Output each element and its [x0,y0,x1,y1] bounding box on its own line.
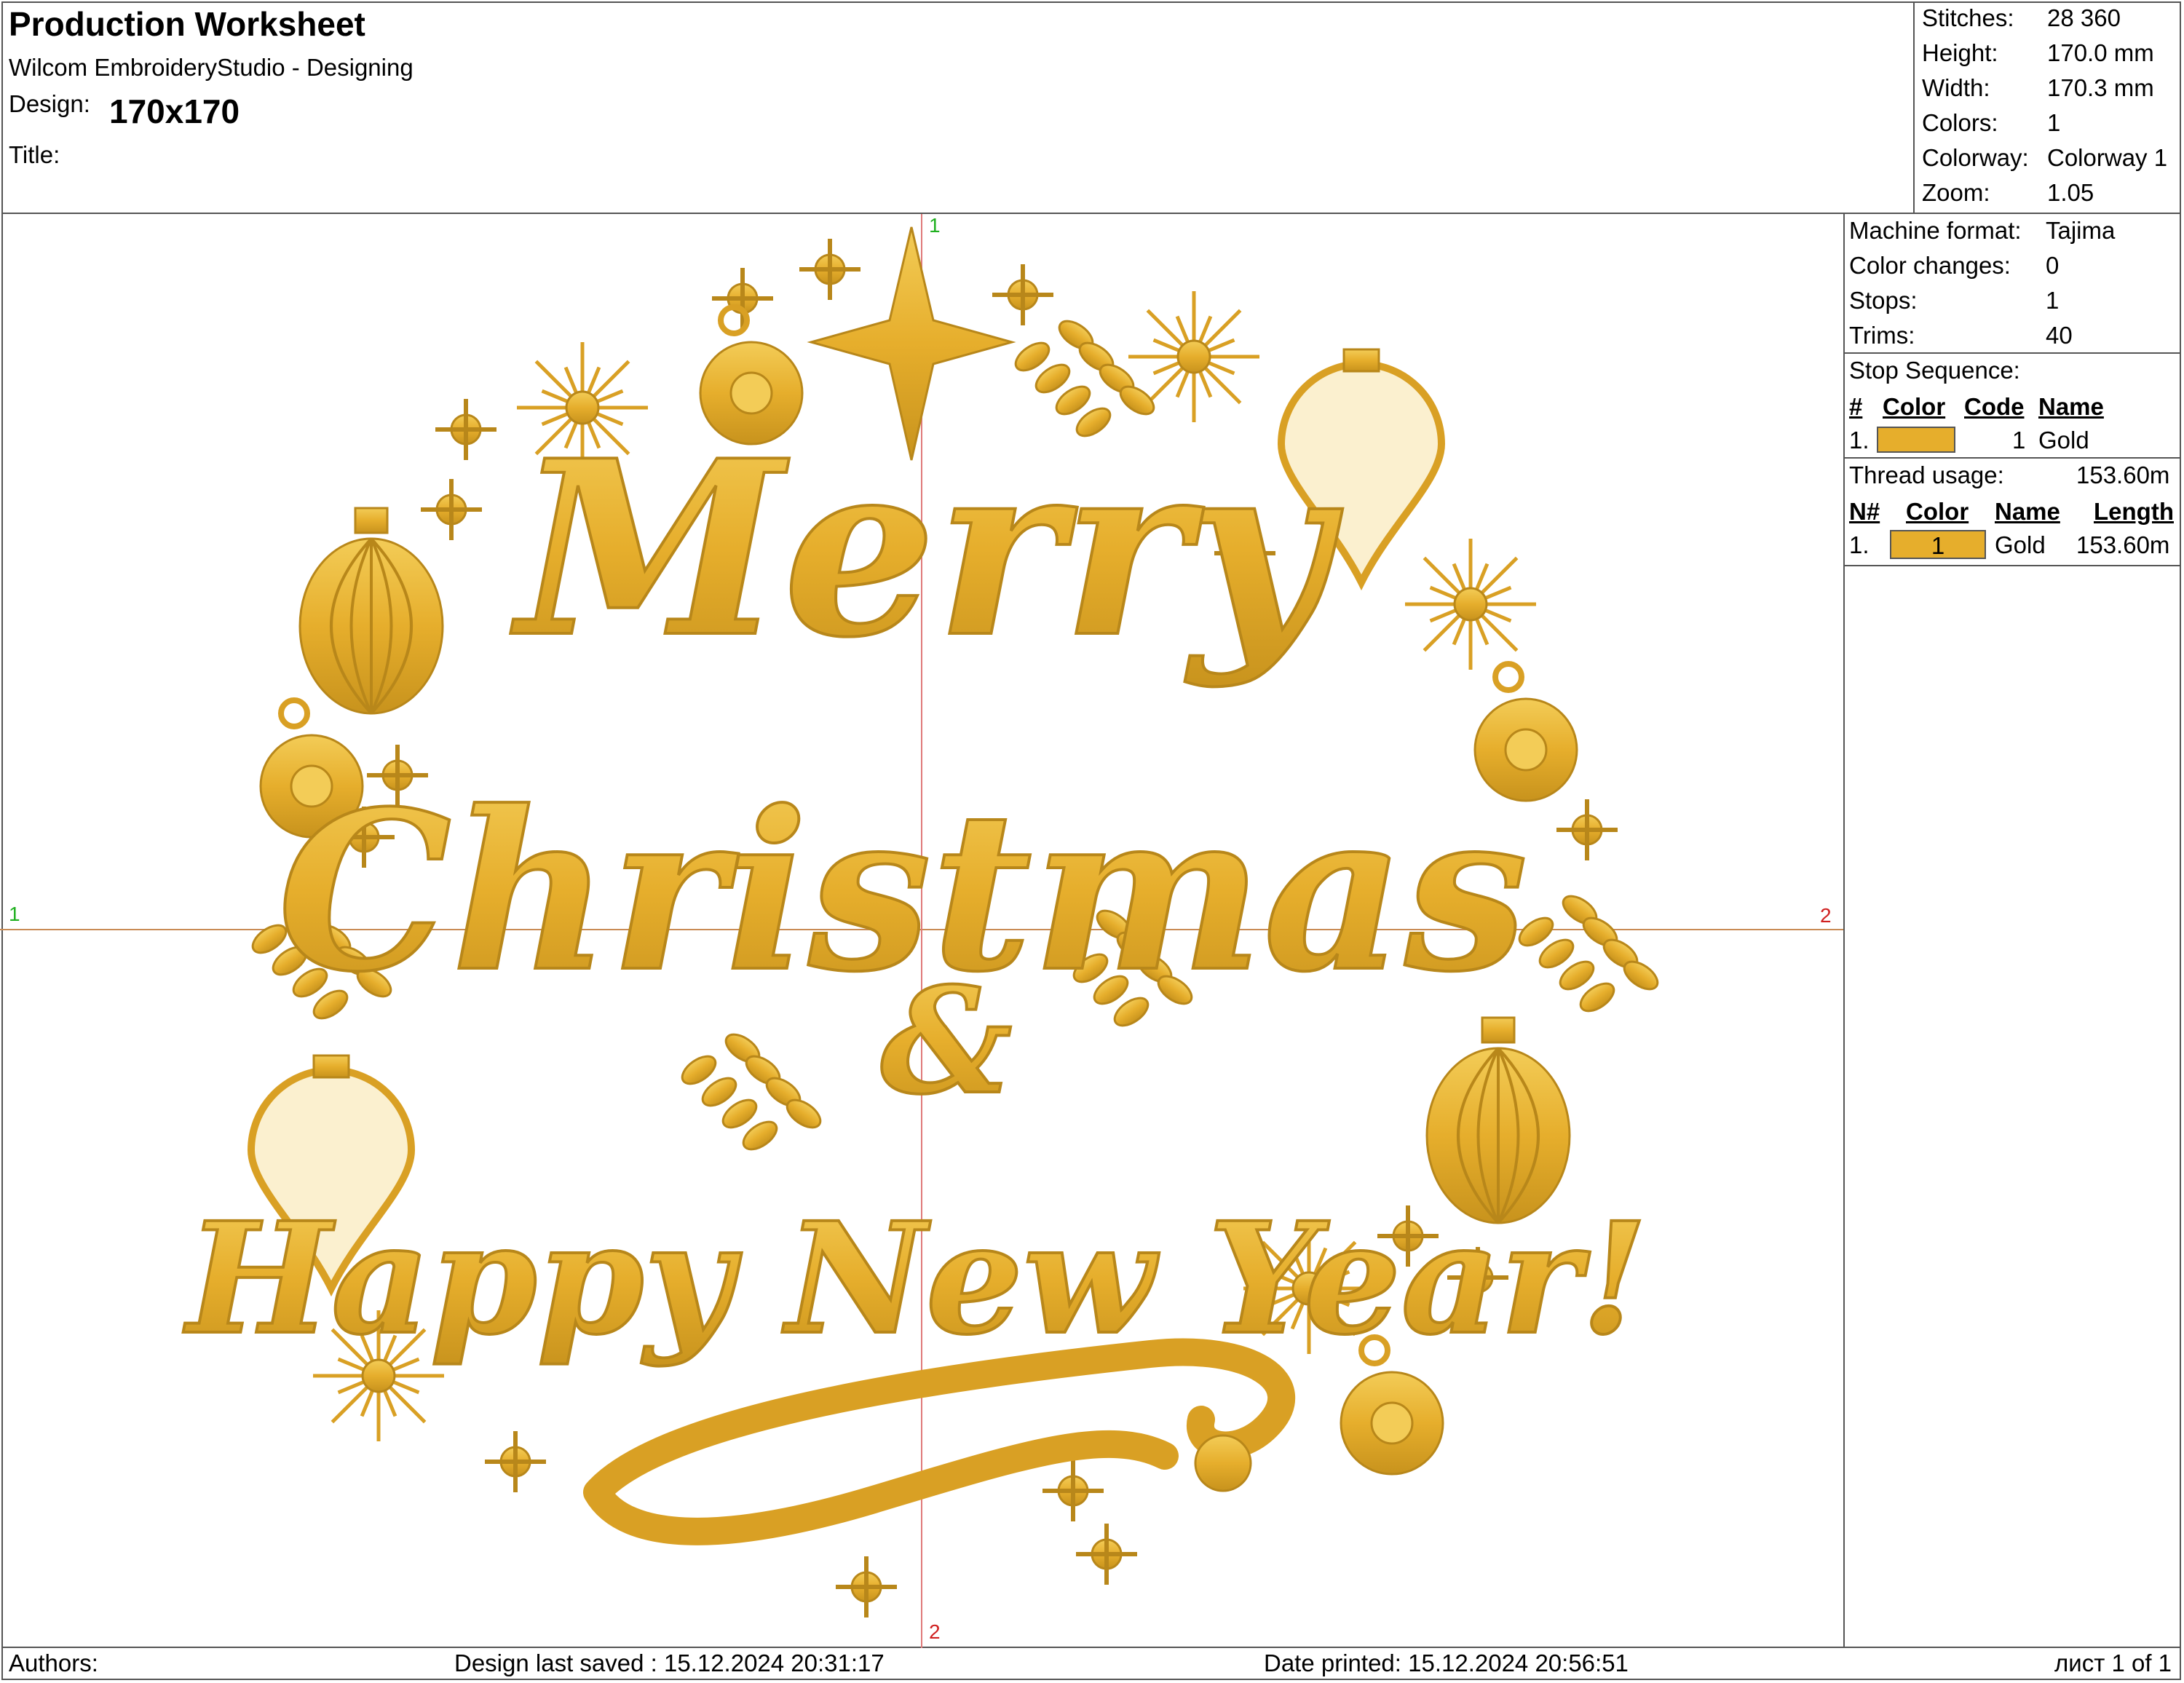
swirl-dot [1194,1434,1252,1492]
bauble-hook [1492,661,1524,693]
bauble-center [1370,1401,1414,1445]
lantern-cap [1481,1016,1516,1044]
teardrop-cap [312,1054,350,1079]
bauble-hook [278,697,310,729]
embroidery-design: Merry Christmas & Happy New Year! [182,226,1659,1617]
footer-date-printed: Date printed: 15.12.2024 20:56:51 [1264,1650,1629,1676]
starburst-icon [1176,339,1211,374]
design-text-merry: Merry [510,408,1343,690]
footer-page: лист 1 of 1 [2054,1650,2172,1676]
lantern-cap [354,507,389,534]
teardrop-cap [1342,348,1380,373]
starburst-icon [1453,587,1488,622]
design-text-ampersand: & [881,956,1013,1127]
design-text-happy-new-year: Happy New Year! [183,1189,1648,1369]
footer-last-saved: Design last saved : 15.12.2024 20:31:17 [454,1650,885,1676]
design-swirl [583,1338,1296,1545]
footer-authors: Authors: [9,1650,98,1676]
